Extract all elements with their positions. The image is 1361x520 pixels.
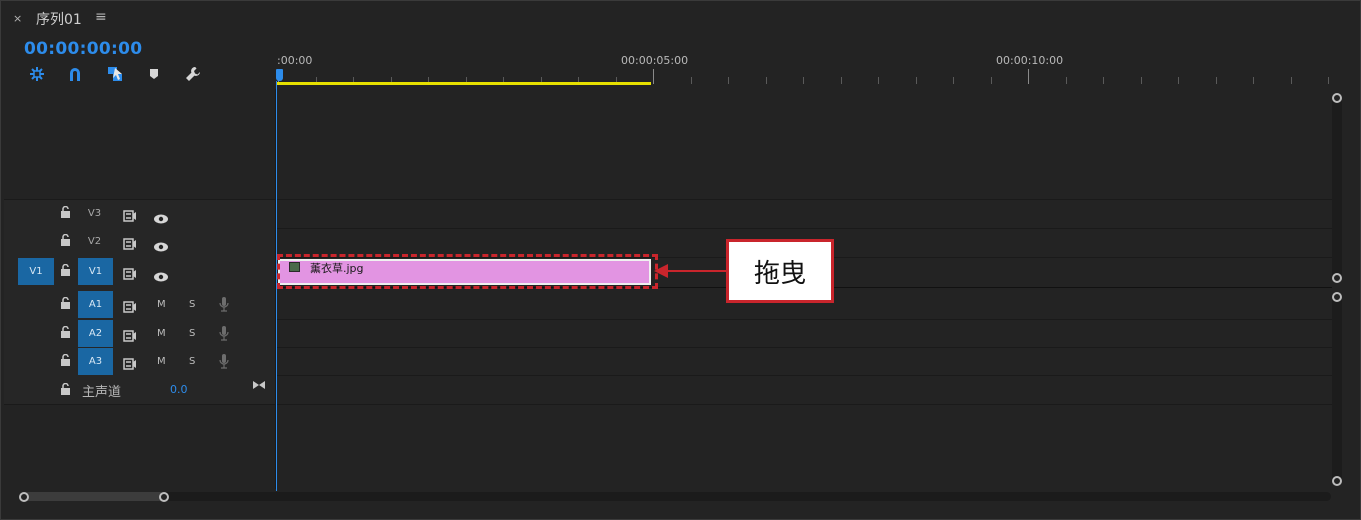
sequence-tab-title[interactable]: 序列01: [36, 9, 82, 29]
annotation-arrow-line: [667, 270, 727, 272]
zoom-handle-right[interactable]: [159, 492, 169, 502]
sync-lock-icon[interactable]: [123, 207, 137, 226]
track-header-v2[interactable]: V2: [1, 229, 275, 256]
go-to-end-icon[interactable]: [252, 379, 266, 393]
audio-vertical-scrollbar[interactable]: [1332, 292, 1342, 486]
track-name[interactable]: V1: [78, 258, 113, 285]
panel-menu-icon[interactable]: ≡: [95, 9, 107, 25]
track-header-v3[interactable]: V3: [1, 201, 275, 228]
ruler-tick: [841, 77, 842, 84]
ruler-tick: [766, 77, 767, 84]
annotation-arrow-head: [654, 264, 668, 278]
ruler-tick: [1178, 77, 1179, 84]
ruler-tick: [1328, 77, 1329, 84]
ruler-tick: [1253, 77, 1254, 84]
drag-highlight-outline: [277, 254, 658, 289]
sync-lock-icon[interactable]: [123, 355, 137, 374]
nest-icon[interactable]: [26, 63, 48, 85]
close-icon[interactable]: ×: [13, 12, 22, 25]
zoom-scrollbar-thumb[interactable]: [23, 492, 165, 501]
linked-selection-icon[interactable]: [104, 63, 126, 85]
eye-icon[interactable]: [153, 267, 169, 286]
track-name[interactable]: A3: [78, 348, 113, 375]
ruler-tick: [1103, 77, 1104, 84]
timeline-panel: × 序列01 ≡ 00:00:00:00 :00:00 00:00:05:00 …: [0, 0, 1361, 520]
ruler-tick: [991, 77, 992, 84]
ruler-tick: [1141, 77, 1142, 84]
scroll-handle[interactable]: [1332, 292, 1342, 302]
track-name[interactable]: A1: [78, 291, 113, 318]
lock-icon[interactable]: [60, 263, 71, 279]
source-patch-v1[interactable]: V1: [18, 258, 54, 285]
track-header-a3[interactable]: A3 M S: [1, 348, 275, 375]
microphone-icon[interactable]: [219, 325, 229, 345]
ruler-label-5s: 00:00:05:00: [621, 54, 689, 67]
ruler-tick: [653, 69, 654, 84]
ruler-tick: [1028, 69, 1029, 84]
playhead-handle[interactable]: [276, 69, 283, 81]
scroll-handle[interactable]: [1332, 273, 1342, 283]
ruler-tick: [1216, 77, 1217, 84]
sync-lock-icon[interactable]: [123, 265, 137, 284]
microphone-icon[interactable]: [219, 353, 229, 373]
ruler-tick: [1066, 77, 1067, 84]
ruler-tick: [1291, 77, 1292, 84]
ruler-tick: [878, 77, 879, 84]
lock-icon[interactable]: [60, 233, 71, 249]
playhead-timecode[interactable]: 00:00:00:00: [24, 39, 142, 59]
scroll-handle[interactable]: [1332, 476, 1342, 486]
ruler-tick: [803, 77, 804, 84]
solo-button[interactable]: S: [189, 328, 195, 339]
ruler-tick: [728, 77, 729, 84]
zoom-handle-left[interactable]: [19, 492, 29, 502]
track-header-a1[interactable]: A1 M S: [1, 291, 275, 318]
sync-lock-icon[interactable]: [123, 298, 137, 317]
mute-button[interactable]: M: [157, 356, 166, 367]
sync-lock-icon[interactable]: [123, 327, 137, 346]
wrench-icon[interactable]: [182, 63, 204, 85]
lock-icon[interactable]: [60, 325, 71, 341]
solo-button[interactable]: S: [189, 356, 195, 367]
microphone-icon[interactable]: [219, 296, 229, 316]
track-name[interactable]: V2: [77, 236, 112, 247]
sync-lock-icon[interactable]: [123, 235, 137, 254]
solo-button[interactable]: S: [189, 299, 195, 310]
zoom-scrollbar-track[interactable]: [23, 492, 1331, 501]
track-header-a2[interactable]: A2 M S: [1, 320, 275, 347]
ruler-tick: [916, 77, 917, 84]
ruler-tick: [691, 77, 692, 84]
master-track-label: 主声道: [82, 385, 122, 400]
master-volume-value[interactable]: 0.0: [170, 383, 188, 396]
lock-icon[interactable]: [60, 296, 71, 312]
ruler-label-start: :00:00: [277, 54, 313, 67]
marker-icon[interactable]: [143, 63, 165, 85]
video-vertical-scrollbar[interactable]: [1332, 93, 1342, 283]
mute-button[interactable]: M: [157, 328, 166, 339]
snap-icon[interactable]: [64, 63, 86, 85]
track-header-master[interactable]: 主声道 0.0: [1, 377, 275, 404]
track-name[interactable]: V3: [77, 208, 112, 219]
ruler-tick: [953, 77, 954, 84]
work-area-bar[interactable]: [277, 82, 651, 85]
lock-icon[interactable]: [60, 382, 71, 398]
mute-button[interactable]: M: [157, 299, 166, 310]
lock-icon[interactable]: [60, 205, 71, 221]
lock-icon[interactable]: [60, 353, 71, 369]
track-header-v1[interactable]: V1 V1: [1, 258, 275, 286]
ruler-label-10s: 00:00:10:00: [996, 54, 1064, 67]
track-name[interactable]: A2: [78, 320, 113, 347]
annotation-callout: 拖曳: [726, 239, 834, 303]
eye-icon[interactable]: [153, 237, 169, 256]
eye-icon[interactable]: [153, 209, 169, 228]
scroll-handle[interactable]: [1332, 93, 1342, 103]
track-divider: [4, 404, 1332, 405]
